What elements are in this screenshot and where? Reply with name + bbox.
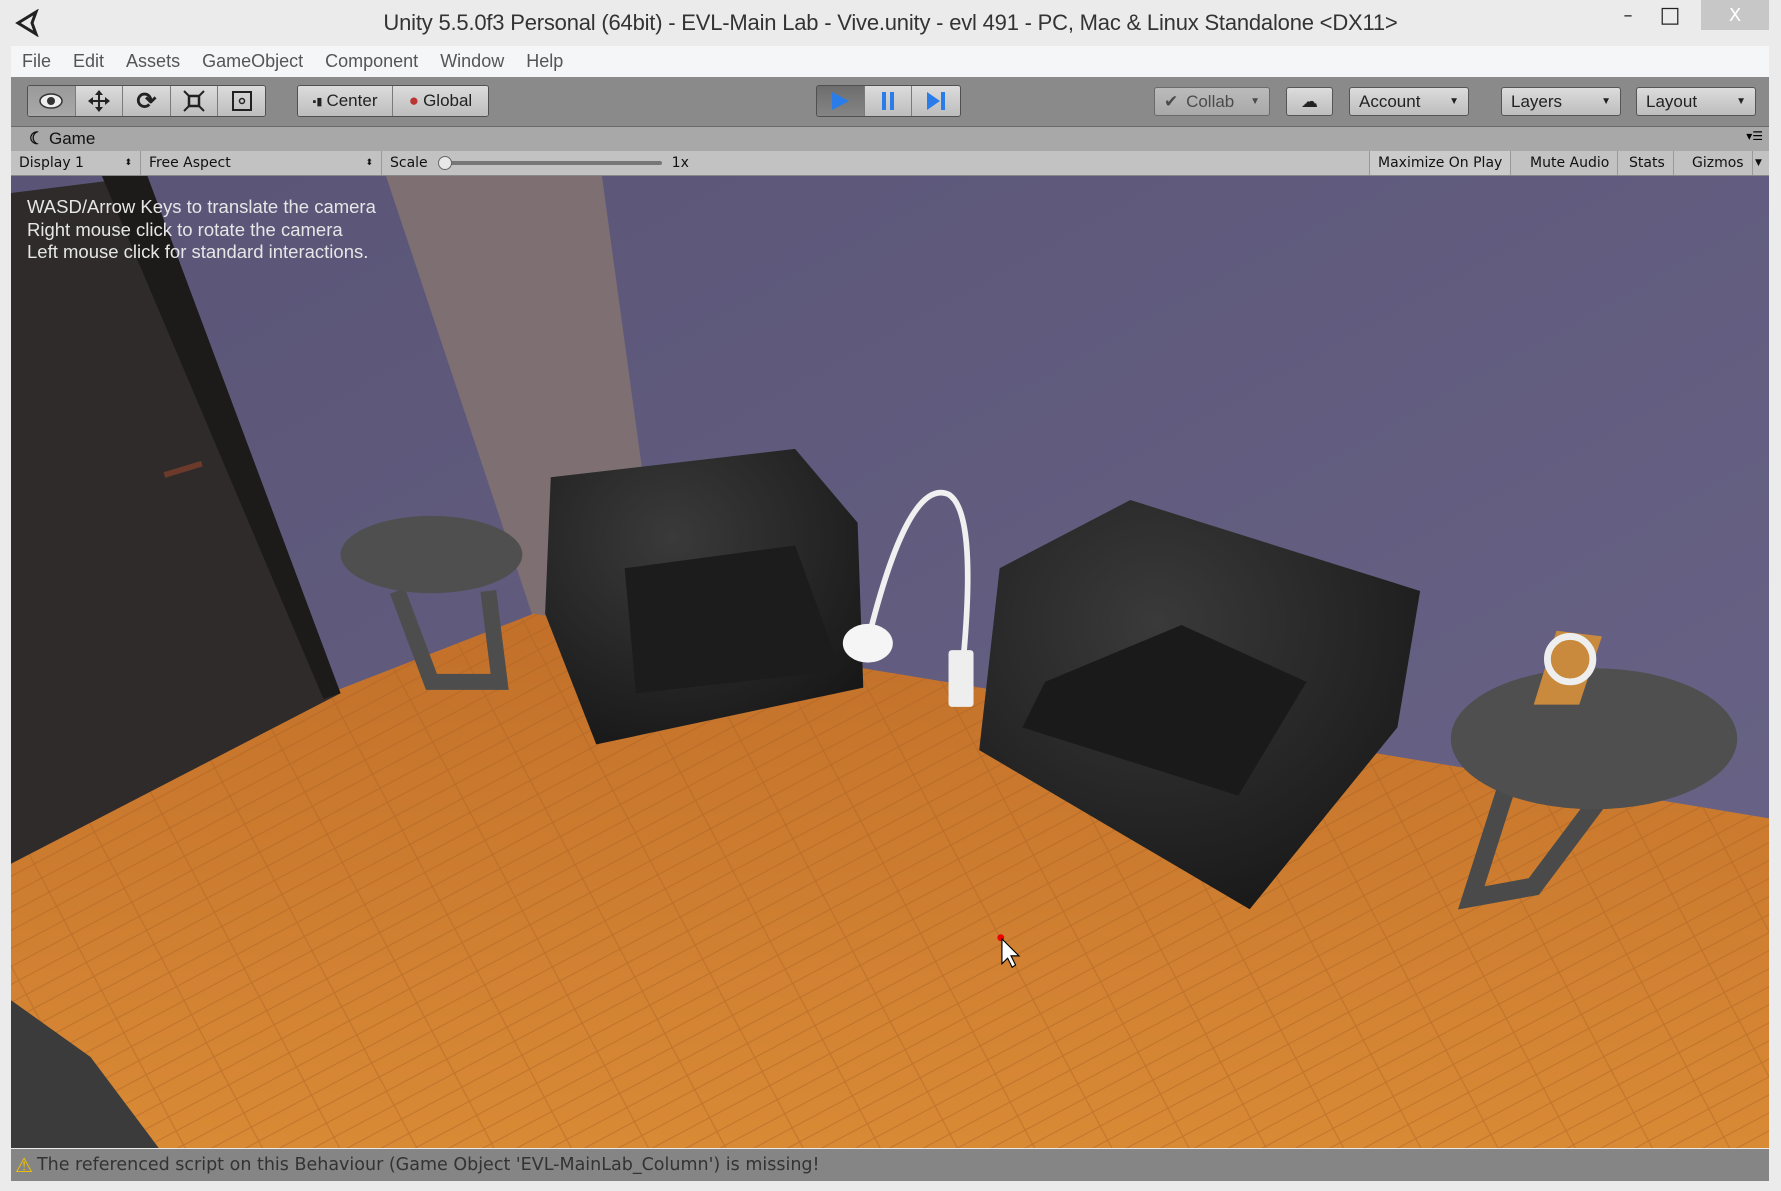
move-tool-button[interactable] (75, 86, 124, 116)
check-icon: ✔ (1164, 91, 1179, 111)
tab-menu-icon[interactable]: ▾☰ (1746, 129, 1763, 143)
layout-label: Layout (1646, 91, 1698, 111)
game-tab-title: Game (48, 129, 96, 148)
stats-toggle[interactable]: Stats (1621, 151, 1674, 175)
chevron-down-icon[interactable]: ▼ (1751, 151, 1766, 175)
maximize-button[interactable]: □ (1647, 0, 1693, 30)
play-icon (832, 92, 850, 110)
aspect-select[interactable]: Free Aspect ⬍ (141, 151, 382, 175)
game-icon: ☾ (29, 129, 45, 148)
layers-dropdown[interactable]: Layers ▼ (1501, 87, 1621, 116)
pivot-label: Center (326, 91, 378, 110)
move-arrows-icon (87, 90, 110, 112)
game-tab[interactable]: ☾ Game ▾☰ (11, 127, 1769, 151)
pivot-toggles: ▪▮ Center ● Global (297, 85, 489, 117)
view-tool-button[interactable] (28, 86, 76, 116)
scale-icon (183, 90, 205, 112)
rotate-icon: ⟳ (136, 87, 157, 115)
globe-icon: ● (408, 91, 420, 110)
menu-edit[interactable]: Edit (62, 51, 115, 72)
close-button[interactable]: X (1701, 0, 1769, 30)
chevron-down-icon: ▼ (1449, 96, 1459, 107)
updown-icon: ⬍ (365, 158, 373, 168)
scale-tool-button[interactable] (170, 86, 219, 116)
step-button[interactable] (912, 86, 960, 116)
rect-tool-icon (231, 91, 252, 111)
play-button[interactable] (817, 86, 865, 116)
scale-slider[interactable] (437, 156, 662, 170)
maximize-on-play-toggle[interactable]: Maximize On Play (1369, 151, 1512, 175)
scale-value: 1x (671, 155, 689, 171)
game-scene (11, 176, 1769, 1148)
pause-button[interactable] (864, 86, 913, 116)
game-viewport[interactable]: WASD/Arrow Keys to translate the camera … (11, 176, 1769, 1148)
scale-label: Scale (390, 155, 428, 171)
account-dropdown[interactable]: Account ▼ (1349, 87, 1469, 116)
window-title: Unity 5.5.0f3 Personal (64bit) - EVL-Mai… (383, 10, 1398, 35)
cloud-icon: ☁ (1301, 91, 1318, 111)
aspect-label: Free Aspect (149, 155, 231, 171)
pivot-global-button[interactable]: ● Global (393, 86, 488, 116)
game-tab-label: ☾ Game (29, 129, 95, 149)
cloud-button[interactable]: ☁ (1286, 87, 1333, 116)
layers-label: Layers (1511, 91, 1563, 111)
rotate-tool-button[interactable]: ⟳ (123, 86, 171, 116)
menu-gameobject[interactable]: GameObject (191, 51, 314, 72)
status-message: The referenced script on this Behaviour … (36, 1155, 820, 1175)
title-bar: Unity 5.5.0f3 Personal (64bit) - EVL-Mai… (0, 0, 1781, 46)
transform-tools: ⟳ (27, 85, 266, 117)
display-select[interactable]: Display 1 ⬍ (11, 151, 141, 175)
chevron-down-icon: ▼ (1250, 96, 1260, 107)
minimize-button[interactable]: – (1605, 0, 1651, 30)
hint-line: Left mouse click for standard interactio… (27, 241, 369, 262)
layout-dropdown[interactable]: Layout ▼ (1636, 87, 1756, 116)
menu-help[interactable]: Help (515, 51, 574, 72)
scale-control: Scale 1x (382, 151, 697, 175)
updown-icon: ⬍ (124, 158, 132, 168)
controls-hint: WASD/Arrow Keys to translate the camera … (27, 196, 376, 264)
collab-label: Collab (1186, 91, 1235, 111)
rect-tool-button[interactable] (218, 86, 265, 116)
hint-line: WASD/Arrow Keys to translate the camera (27, 196, 376, 217)
game-view-toolbar: Display 1 ⬍ Free Aspect ⬍ Scale 1x Maximiz… (11, 151, 1769, 176)
chevron-down-icon: ▼ (1601, 96, 1611, 107)
scale-slider-track (441, 161, 662, 165)
display-label: Display 1 (19, 155, 84, 171)
center-icon: ▪▮ (312, 95, 323, 108)
step-icon (927, 92, 946, 110)
space-label: Global (423, 91, 473, 110)
scale-slider-thumb[interactable] (437, 156, 452, 170)
status-bar[interactable]: ⚠ The referenced script on this Behaviou… (11, 1149, 1769, 1181)
menu-window[interactable]: Window (429, 51, 515, 72)
playback-controls (816, 85, 961, 117)
account-label: Account (1359, 91, 1421, 111)
menu-bar: File Edit Assets GameObject Component Wi… (11, 46, 1769, 77)
eye-icon (39, 93, 64, 109)
warning-icon: ⚠ (15, 1153, 33, 1177)
pivot-center-button[interactable]: ▪▮ Center (298, 86, 393, 116)
collab-dropdown[interactable]: ✔ Collab ▼ (1154, 87, 1270, 116)
chevron-down-icon: ▼ (1736, 96, 1746, 107)
hint-line: Right mouse click to rotate the camera (27, 218, 343, 240)
menu-assets[interactable]: Assets (115, 51, 191, 72)
menu-component[interactable]: Component (314, 51, 429, 72)
mute-audio-toggle[interactable]: Mute Audio (1522, 151, 1619, 175)
main-toolbar: ⟳ ▪▮ Center ● Global ✔ Collab ▼ ☁ Account ▼ L… (11, 77, 1769, 127)
pause-icon (882, 92, 894, 110)
menu-file[interactable]: File (11, 51, 62, 72)
gizmos-dropdown[interactable]: Gizmos (1684, 151, 1753, 175)
